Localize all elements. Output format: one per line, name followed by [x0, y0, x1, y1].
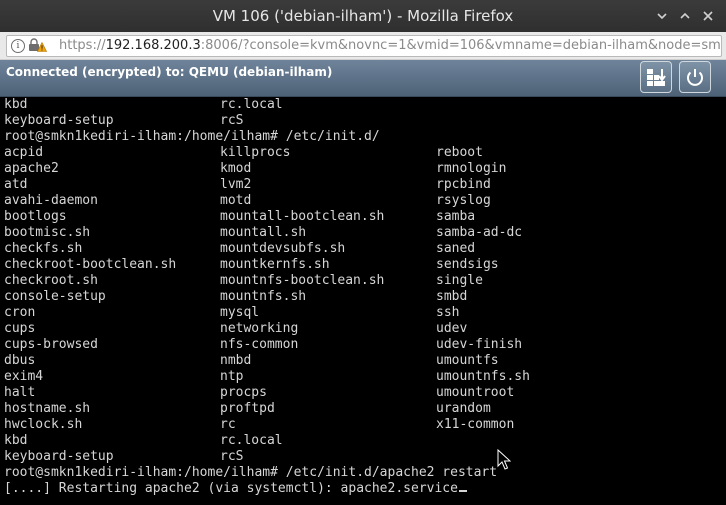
terminal-cell: bootmisc.sh: [4, 225, 91, 240]
terminal-cell: rsyslog: [436, 193, 491, 208]
terminal-cell: ssh: [436, 305, 460, 320]
terminal-cell: rcS: [220, 113, 244, 128]
terminal-cell: console-setup: [4, 289, 106, 304]
terminal-cell: reboot: [436, 145, 483, 160]
terminal-cell: cups-browsed: [4, 337, 98, 352]
terminal-cell: rcS: [220, 449, 244, 464]
close-icon[interactable]: [700, 8, 716, 24]
terminal-cell: urandom: [436, 401, 491, 416]
url-text[interactable]: https://192.168.200.3:8006/?console=kvm&…: [59, 36, 722, 56]
terminal-cell: x11-common: [436, 417, 515, 432]
terminal-cell: avahi-daemon: [4, 193, 98, 208]
terminal-cell: mountall-bootclean.sh: [220, 209, 385, 224]
terminal-cell: halt: [4, 385, 36, 400]
settings-button[interactable]: [640, 61, 672, 93]
warning-icon: [37, 42, 47, 52]
terminal-line: root@smkn1kediri-ilham:/home/ilham# /etc…: [4, 129, 380, 145]
terminal-cell: lvm2: [220, 177, 252, 192]
maximize-icon[interactable]: [677, 8, 693, 24]
terminal-cell: mysql: [220, 305, 260, 320]
terminal-cell: checkroot-bootclean.sh: [4, 257, 177, 272]
terminal-text: [....] Restarting apache2 (via systemctl…: [4, 481, 458, 496]
terminal-cell: acpid: [4, 145, 44, 160]
minimize-icon[interactable]: [654, 8, 670, 24]
power-button[interactable]: [679, 61, 711, 93]
terminal-cell: exim4: [4, 369, 44, 384]
terminal-line: root@smkn1kediri-ilham:/home/ilham# /etc…: [4, 465, 497, 481]
terminal-cell: motd: [220, 193, 252, 208]
terminal-cell: procps: [220, 385, 267, 400]
terminal-cell: dbus: [4, 353, 36, 368]
url-scheme: https://: [59, 38, 106, 53]
novnc-control-bar: Connected (encrypted) to: QEMU (debian-i…: [0, 60, 726, 97]
firefox-window: VM 106 ('debian-ilham') - Mozilla Firefo…: [0, 0, 726, 505]
url-host: 192.168.200.3: [105, 38, 201, 53]
terminal-cell: udev: [436, 321, 468, 336]
terminal-cell: mountall.sh: [220, 225, 307, 240]
terminal-cell: nmbd: [220, 353, 252, 368]
terminal-cell: mountkernfs.sh: [220, 257, 330, 272]
terminal-cell: kbd: [4, 433, 28, 448]
terminal-cell: kmod: [220, 161, 252, 176]
terminal-cell: rc: [220, 417, 236, 432]
terminal-text: root@smkn1kediri-ilham:/home/ilham# /etc…: [4, 129, 380, 144]
mouse-pointer-icon: [497, 449, 511, 470]
terminal-cell: smbd: [436, 289, 468, 304]
terminal-cell: apache2: [4, 161, 59, 176]
window-title: VM 106 ('debian-ilham') - Mozilla Firefo…: [212, 7, 514, 25]
terminal-cell: proftpd: [220, 401, 275, 416]
terminal-text: root@smkn1kediri-ilham:/home/ilham# /etc…: [4, 465, 498, 480]
terminal-cell: cups: [4, 321, 36, 336]
navigation-bar: i https://192.168.200.3:8006/?console=kv…: [0, 32, 726, 60]
terminal-cell: bootlogs: [4, 209, 67, 224]
terminal-cell: sendsigs: [436, 257, 499, 272]
url-path: :8006/?console=kvm&novnc=1&vmid=106&vmna…: [200, 38, 722, 53]
terminal-cell: rc.local: [220, 433, 283, 448]
vnc-console[interactable]: kbd rc.local keyboard-setup rcS root@smkn1ke…: [0, 97, 726, 505]
terminal-cell: mountdevsubfs.sh: [220, 241, 346, 256]
terminal-cell: nfs-common: [220, 337, 299, 352]
terminal-cell: samba-ad-dc: [436, 225, 523, 240]
terminal-cell: udev-finish: [436, 337, 523, 352]
terminal-cell: ntp: [220, 369, 244, 384]
terminal-cell: networking: [220, 321, 299, 336]
terminal-cell: checkroot.sh: [4, 273, 98, 288]
terminal-cell: single: [436, 273, 483, 288]
terminal-cell: samba: [436, 209, 476, 224]
terminal-cell: keyboard-setup: [4, 113, 114, 128]
terminal-cell: umountfs: [436, 353, 499, 368]
terminal-cell: rmnologin: [436, 161, 507, 176]
terminal-cell: umountnfs.sh: [436, 369, 530, 384]
connection-status: Connected (encrypted) to: QEMU (debian-i…: [6, 65, 333, 79]
terminal-cell: saned: [436, 241, 476, 256]
url-field[interactable]: i https://192.168.200.3:8006/?console=kv…: [6, 35, 722, 57]
terminal-cell: keyboard-setup: [4, 449, 114, 464]
terminal-cell: rpcbind: [436, 177, 491, 192]
terminal-cell: rc.local: [220, 97, 283, 112]
title-bar[interactable]: VM 106 ('debian-ilham') - Mozilla Firefo…: [0, 0, 726, 32]
terminal-cell: kbd: [4, 97, 28, 112]
power-icon: [687, 69, 703, 86]
terminal-cell: killprocs: [220, 145, 291, 160]
terminal-cell: hwclock.sh: [4, 417, 83, 432]
terminal-cell: atd: [4, 177, 28, 192]
info-icon[interactable]: i: [11, 39, 25, 53]
text-cursor: [458, 490, 467, 492]
terminal-cell: cron: [4, 305, 36, 320]
terminal-cell: hostname.sh: [4, 401, 91, 416]
terminal-cell: checkfs.sh: [4, 241, 83, 256]
terminal-cell: mountnfs-bootclean.sh: [220, 273, 385, 288]
terminal-cell: umountroot: [436, 385, 515, 400]
terminal-cell: mountnfs.sh: [220, 289, 307, 304]
terminal-line: [....] Restarting apache2 (via systemctl…: [4, 481, 467, 497]
settings-icon: [647, 69, 666, 86]
